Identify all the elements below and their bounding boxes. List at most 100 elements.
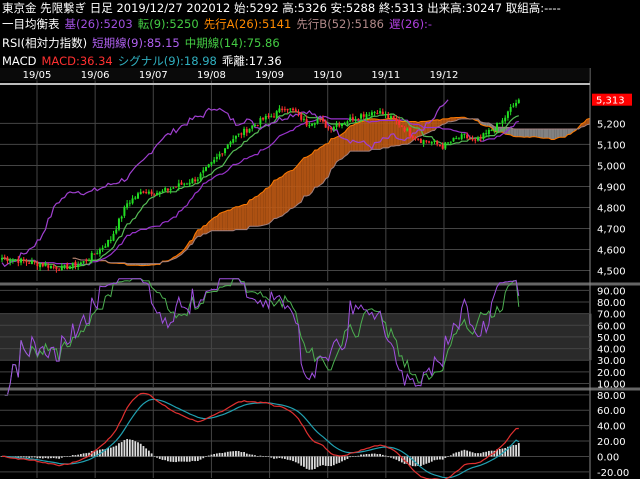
macd-histogram-bar — [251, 454, 254, 457]
chart-canvas: 10.0020.0030.0040.0050.0060.0070.0080.00… — [0, 68, 640, 479]
cloud-segment — [309, 153, 313, 196]
cloud-segment — [380, 119, 383, 150]
macd-histogram-bar — [232, 451, 235, 457]
candle-body — [199, 173, 202, 180]
cloud-segment — [358, 121, 362, 152]
cloud-segment — [336, 135, 340, 162]
macd-histogram-bar — [123, 440, 126, 457]
candle-body — [283, 109, 286, 111]
macd-histogram-bar — [452, 453, 455, 457]
cloud-segment — [222, 211, 226, 231]
macd-histogram-bar — [444, 456, 447, 458]
candle-body — [512, 105, 515, 107]
candle-body — [137, 193, 139, 199]
candle-body — [275, 111, 278, 119]
rsi-tick-label: 20.00 — [597, 368, 626, 379]
candle-body — [175, 186, 178, 188]
candle-body — [463, 133, 466, 135]
candle-body — [126, 203, 129, 208]
candle-body — [71, 262, 74, 267]
candle-body — [202, 170, 205, 173]
macd-histogram-bar — [292, 456, 294, 462]
macd-histogram-bar — [441, 456, 444, 460]
macd-histogram-bar — [460, 450, 463, 457]
tenkan-line — [2, 111, 519, 269]
macd-histogram-bar — [379, 453, 381, 457]
candle-body — [392, 115, 395, 119]
date-tick-label: 19/08 — [197, 70, 226, 81]
candle-body — [82, 261, 85, 263]
cloud-segment — [344, 128, 348, 157]
legend-kijun: 基(26):5203 — [64, 17, 133, 31]
legend-senkou-a: 先行A(26):5141 — [203, 17, 292, 31]
macd-histogram-bar — [25, 456, 28, 458]
date-tick-label: 19/09 — [255, 70, 284, 81]
candle-body — [66, 263, 69, 270]
candle-body — [11, 259, 14, 261]
macd-histogram-bar — [259, 455, 262, 457]
macd-histogram-bar — [229, 451, 232, 457]
macd-histogram-bar — [199, 456, 202, 460]
cloud-segment — [276, 177, 280, 219]
macd-tick-label: -20.00 — [597, 468, 629, 479]
candle-body — [47, 265, 50, 268]
macd-histogram-bar — [341, 456, 343, 462]
candle-body — [79, 262, 82, 265]
cloud-segment — [265, 187, 269, 225]
macd-histogram-bar — [281, 456, 284, 459]
macd-histogram-bar — [482, 452, 485, 457]
date-tick-label: 19/07 — [139, 70, 168, 81]
macd-histogram-bar — [112, 446, 115, 457]
candle-body — [60, 265, 63, 271]
cloud-segment — [385, 118, 389, 148]
candle-body — [515, 103, 518, 106]
macd-histogram-bar — [221, 453, 224, 457]
candle-body — [370, 112, 373, 116]
macd-histogram-bar — [177, 456, 180, 462]
candle-body — [297, 112, 300, 114]
macd-histogram-bar — [74, 455, 77, 457]
cloud-segment — [257, 193, 261, 227]
macd-histogram-bar — [172, 456, 175, 462]
macd-histogram-bar — [107, 447, 109, 457]
date-tick-label: 19/05 — [23, 70, 52, 81]
candle-body — [457, 138, 460, 140]
candle-body — [485, 133, 488, 135]
candle-body — [496, 122, 499, 131]
cloud-segment — [252, 196, 255, 227]
macd-histogram-bar — [371, 453, 373, 457]
candle-body — [411, 135, 414, 139]
candle-body — [419, 138, 422, 143]
macd-histogram-bar — [28, 456, 31, 458]
legend-macd: MACD:36.34 — [41, 54, 113, 68]
macd-histogram-bar — [357, 455, 360, 457]
candle-body — [316, 118, 319, 124]
macd-histogram-bar — [449, 455, 452, 457]
rsi-tick-label: 80.00 — [597, 298, 626, 309]
candle-body — [321, 118, 324, 122]
quote-header: 東京金 先限繋ぎ 日足 2019/12/27 202012 始:5292 高:5… — [2, 1, 566, 15]
candle-body — [349, 117, 352, 122]
cloud-segment — [271, 180, 274, 222]
macd-histogram-bar — [330, 456, 333, 467]
macd-histogram-bar — [139, 443, 142, 457]
macd-histogram-bar — [215, 453, 218, 457]
candle-body — [22, 259, 25, 261]
macd-histogram-bar — [20, 456, 22, 458]
macd-histogram-bar — [479, 453, 482, 457]
candle-body — [25, 260, 28, 263]
cloud-segment — [301, 157, 304, 203]
candle-body — [224, 148, 227, 154]
candle-body — [343, 122, 346, 124]
candle-body — [1, 257, 3, 260]
macd-histogram-bar — [338, 456, 341, 463]
macd-histogram-bar — [264, 456, 267, 457]
cloud-segment — [355, 123, 359, 152]
cloud-segment — [312, 150, 315, 193]
candle-body — [362, 114, 365, 117]
candle-body — [270, 116, 273, 118]
cloud-segment — [363, 119, 367, 152]
candle-body — [164, 187, 167, 191]
candle-body — [438, 144, 441, 146]
candle-body — [436, 141, 439, 145]
